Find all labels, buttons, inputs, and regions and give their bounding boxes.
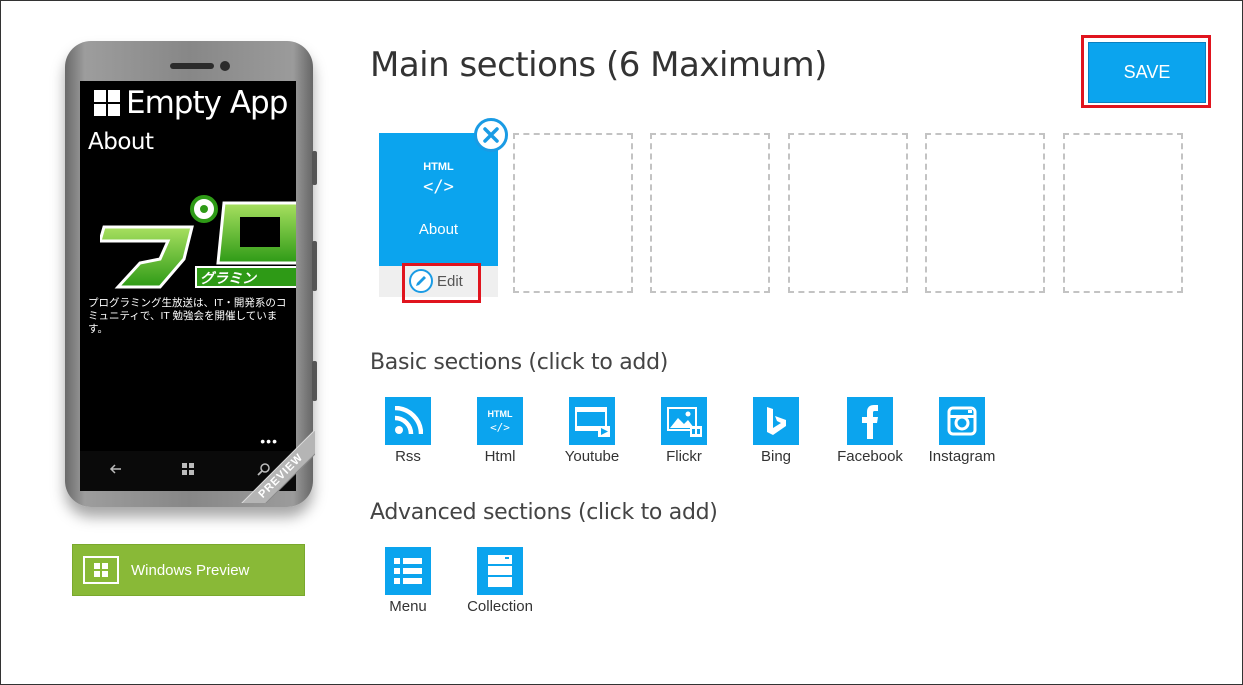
advanced-sections-title: Advanced sections (click to add)	[370, 500, 718, 525]
item-label: Html	[484, 448, 516, 465]
windows-logo-icon	[94, 90, 120, 116]
edit-button[interactable]: Edit	[409, 269, 463, 293]
item-label: Flickr	[666, 448, 702, 465]
item-label: Menu	[389, 598, 427, 615]
item-label: Youtube	[564, 448, 620, 465]
edit-label: Edit	[437, 272, 463, 290]
add-collection-button[interactable]: Collection	[454, 547, 546, 615]
basic-sections-title: Basic sections (click to add)	[370, 350, 669, 375]
app-title-row: Empty App	[94, 85, 288, 121]
empty-section-slot[interactable]	[788, 133, 908, 293]
add-instagram-button[interactable]: Instagram	[916, 397, 1008, 465]
flickr-icon	[661, 397, 707, 445]
close-icon	[483, 127, 499, 143]
preview-ribbon-label: PREVIEW	[235, 427, 315, 503]
item-label: Bing	[760, 448, 792, 465]
main-sections-title: Main sections (6 Maximum)	[370, 45, 827, 85]
tile-label: About	[418, 221, 459, 238]
phone-power-button	[312, 241, 317, 291]
html-icon: HTML </>	[477, 397, 523, 445]
phone-preview: Empty App About グラミン プログラミング生放送は、IT・開発系の…	[65, 41, 317, 513]
collection-icon	[477, 547, 523, 595]
add-rss-button[interactable]: Rss	[362, 397, 454, 465]
app-frame: Empty App About グラミン プログラミング生放送は、IT・開発系の…	[0, 0, 1243, 685]
tile-html-tag: HTML	[423, 161, 454, 173]
bing-icon	[753, 397, 799, 445]
about-text: プログラミング生放送は、IT・開発系のコミュニティで、IT 勉強会を開催していま…	[88, 297, 287, 335]
empty-section-slot[interactable]	[513, 133, 633, 293]
back-icon	[109, 464, 121, 474]
empty-section-slot[interactable]	[650, 133, 770, 293]
svg-text:</>: </>	[490, 421, 510, 434]
pencil-icon	[409, 269, 433, 293]
instagram-icon	[939, 397, 985, 445]
svg-text:HTML: HTML	[488, 409, 513, 419]
item-label: Instagram	[928, 448, 996, 465]
add-facebook-button[interactable]: Facebook	[824, 397, 916, 465]
empty-section-slot[interactable]	[1063, 133, 1183, 293]
section-tile-face[interactable]: HTML </> About	[379, 133, 498, 266]
menu-icon	[385, 547, 431, 595]
phone-screen: Empty App About グラミン プログラミング生放送は、IT・開発系の…	[80, 81, 296, 451]
earpiece	[170, 63, 214, 69]
phone-body: Empty App About グラミン プログラミング生放送は、IT・開発系の…	[65, 41, 317, 507]
page-name: About	[88, 129, 154, 155]
tile-code-icon: </>	[423, 177, 454, 197]
save-button-highlight: SAVE	[1081, 35, 1211, 108]
hero-logo-image: グラミン	[100, 195, 296, 289]
windows-preview-button[interactable]: Windows Preview	[72, 544, 305, 596]
rss-icon	[385, 397, 431, 445]
facebook-icon	[847, 397, 893, 445]
windows-preview-icon	[83, 556, 119, 584]
start-icon	[182, 463, 194, 475]
phone-volume-button	[312, 151, 317, 185]
windows-preview-label: Windows Preview	[131, 561, 250, 579]
add-bing-button[interactable]: Bing	[730, 397, 822, 465]
item-label: Facebook	[837, 448, 903, 465]
add-html-button[interactable]: HTML </> Html	[454, 397, 546, 465]
svg-text:グラミン: グラミン	[200, 270, 257, 287]
app-title: Empty App	[126, 85, 288, 121]
phone-camera-button	[312, 361, 317, 401]
preview-ribbon: PREVIEW	[235, 423, 315, 503]
youtube-icon	[569, 397, 615, 445]
camera-icon	[220, 61, 230, 71]
item-label: Rss	[395, 448, 421, 465]
add-menu-button[interactable]: Menu	[362, 547, 454, 615]
edit-button-highlight: Edit	[402, 263, 481, 303]
item-label: Collection	[467, 598, 533, 615]
add-youtube-button[interactable]: Youtube	[546, 397, 638, 465]
add-flickr-button[interactable]: Flickr	[638, 397, 730, 465]
save-button[interactable]: SAVE	[1088, 42, 1206, 103]
remove-section-button[interactable]	[474, 118, 508, 152]
empty-section-slot[interactable]	[925, 133, 1045, 293]
